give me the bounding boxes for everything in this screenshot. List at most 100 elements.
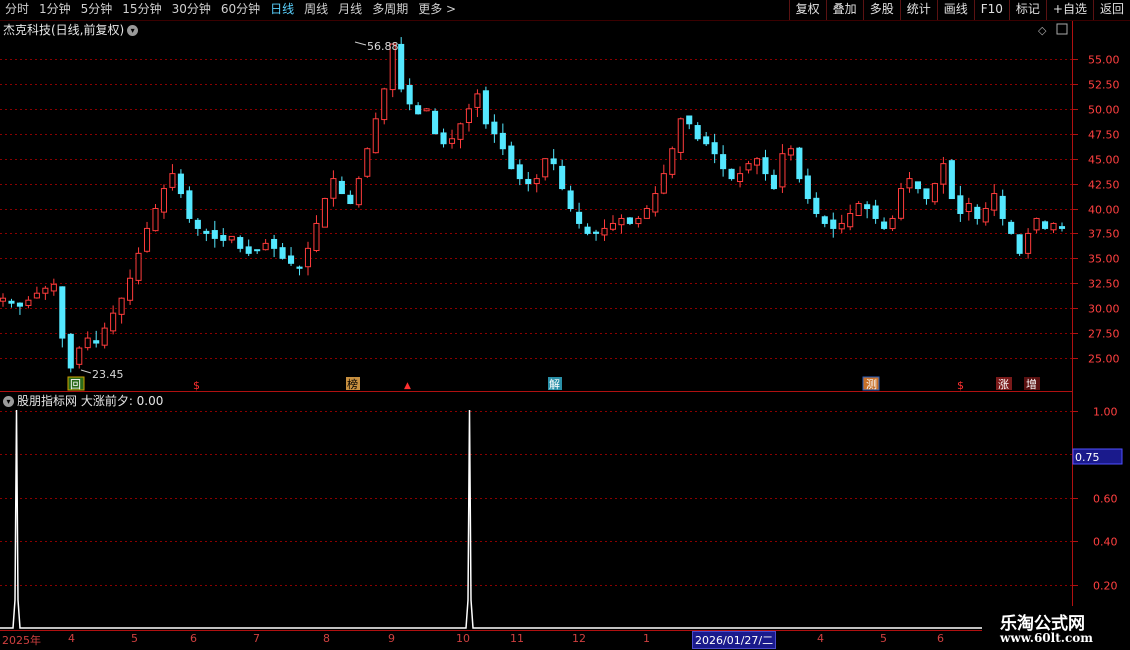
candle-body [1008,221,1015,234]
date-label: 5 [131,632,138,645]
candle-body [652,193,659,213]
candle-body [787,148,794,156]
maximize-icon[interactable] [1056,23,1068,35]
crosshair-date-label: 2026/01/27/二 [692,631,777,649]
watermark-url: www.60lt.com [1000,631,1093,645]
price-tick-label: 55.00 [1088,54,1120,67]
candle-body [720,154,727,170]
indicator-tick-label: 1.00 [1093,406,1118,419]
candle-body [864,204,871,209]
indicator-series [0,409,1072,629]
candle-body [567,190,574,209]
candle-body [940,163,947,185]
candle-body [542,158,549,178]
candle-body [237,237,244,249]
candle-body [160,188,168,213]
candle-body [347,194,354,205]
marker-huigou-label: 回 [70,378,81,391]
candle-body [186,190,193,219]
candle-body [355,178,362,206]
candle-body [914,181,922,190]
candle-body [643,208,650,219]
candle-body [770,174,777,190]
candle-body [516,164,523,180]
candle-body [686,115,693,125]
low-price-label: 23.45 [92,368,124,381]
candle-body [974,206,981,219]
candle-body [1016,234,1023,254]
candle-body [779,153,786,188]
candle-body [177,173,184,195]
indicator-value-label: 0.75 [1075,451,1100,464]
candle-body [59,286,66,339]
candle-body [533,178,540,185]
candle-body [1058,226,1066,229]
candle-body [737,173,744,183]
candle-body [84,337,91,349]
candle-body [491,121,498,135]
indicator-line [0,409,1072,629]
candle-body [143,227,151,252]
date-label: 4 [68,632,75,645]
candle-body [364,148,371,177]
candle-body [474,93,481,108]
candle-body [50,283,57,292]
price-grid [0,59,1072,359]
candle-body [271,238,278,249]
candle-body [762,157,769,175]
marker-dollar-1[interactable]: $ [193,379,200,392]
candle-body [406,84,413,105]
candle-body [626,217,633,224]
candle-body [33,292,40,299]
candle-body [1050,222,1057,231]
candle-body [220,235,227,241]
price-tick-label: 40.00 [1088,204,1120,217]
kline-chart[interactable]: 55.00 52.50 50.00 47.50 45.00 42.50 40.00 37.50… [0,0,1130,650]
candle-body [872,205,879,219]
date-label: 9 [388,632,395,645]
candle-body [669,148,676,175]
date-label: 5 [880,632,887,645]
candle-body [457,123,464,140]
marker-zeng-label: 增 [1026,377,1037,391]
marker-dollar-2[interactable]: $ [957,379,964,392]
date-label: 1 [643,632,650,645]
date-label: 6 [190,632,197,645]
marker-triangle[interactable]: ▲ [404,381,411,391]
candle-body [152,208,159,232]
date-label: 6 [937,632,944,645]
candle-body [830,219,837,229]
price-tick-label: 27.50 [1088,328,1120,341]
candle-body [550,158,557,165]
candle-body [796,147,803,180]
candle-body [118,297,125,315]
candle-body [254,249,261,252]
diamond-icon[interactable]: ◇ [1038,24,1047,37]
candle-body [965,203,972,212]
candle-body [948,160,955,200]
price-tick-label: 52.50 [1088,79,1120,92]
candle-body [76,347,83,365]
price-tick-label: 45.00 [1088,154,1120,167]
candle-body [923,188,930,200]
candle-body [0,297,7,302]
date-label: 4 [817,632,824,645]
indicator-axis: 1.000.800.600.400.20 [1072,406,1118,593]
candle-body [8,300,15,304]
low-price-annotation: 23.45 [80,368,124,381]
candle-body [525,178,532,185]
date-label: 8 [323,632,330,645]
candle-body [330,178,337,199]
candle-body [804,175,811,200]
candle-body [245,246,252,254]
date-label: 11 [510,632,524,645]
candle-body [415,105,422,115]
indicator-title-text: 股朋指标网 大涨前夕: 0.00 [17,394,164,408]
chevron-down-icon[interactable]: ▾ [3,396,14,407]
candle-body [499,132,506,150]
candle-body [228,235,235,241]
candle-body [203,230,210,234]
candle-body [440,132,447,145]
candle-body [296,266,303,269]
candle-body [262,242,269,251]
